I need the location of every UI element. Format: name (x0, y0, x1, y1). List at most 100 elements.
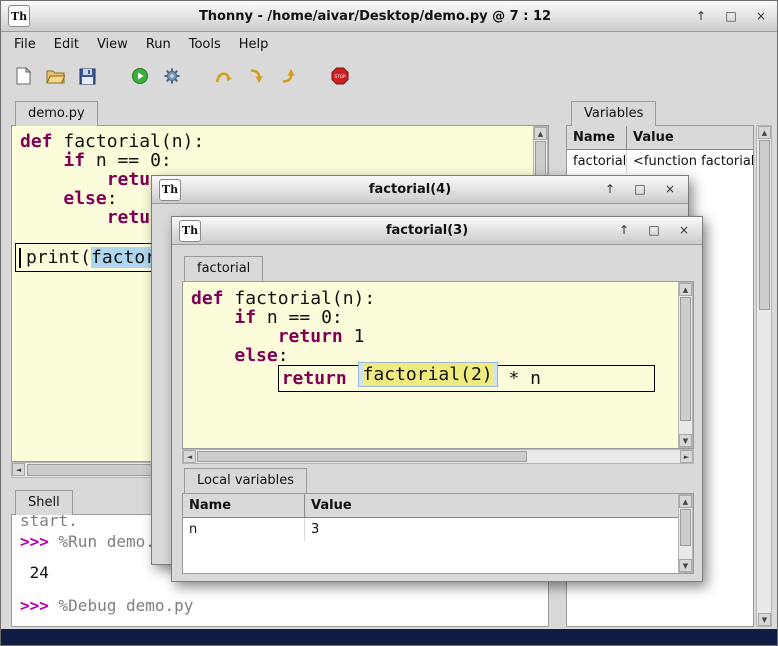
code-line: def factorial(n): (191, 289, 678, 308)
column-header-name[interactable]: Name (567, 126, 627, 149)
close-button[interactable]: × (674, 220, 694, 240)
scrollbar-thumb[interactable] (197, 451, 527, 462)
scrollbar-thumb[interactable] (680, 297, 691, 421)
scroll-left-icon[interactable]: ◄ (12, 463, 25, 476)
variables-vscrollbar[interactable]: ▲ ▼ (756, 125, 772, 627)
menu-help[interactable]: Help (230, 33, 278, 56)
locals-row[interactable]: n 3 (183, 518, 693, 541)
text-cursor (19, 248, 21, 268)
new-file-button[interactable] (11, 63, 36, 89)
token-indent (20, 169, 107, 190)
code-line: return 1 (191, 327, 678, 346)
token-text: 1 (343, 326, 365, 347)
frame-vscrollbar[interactable]: ▲ ▼ (678, 282, 693, 448)
menu-run[interactable]: Run (137, 33, 180, 56)
maximize-button[interactable]: □ (721, 6, 741, 26)
shade-button[interactable]: ↑ (614, 220, 634, 240)
debug-button[interactable] (159, 63, 184, 89)
frame-code-view[interactable]: def factorial(n): if n == 0: return 1 el… (182, 281, 694, 449)
scroll-down-icon[interactable]: ▼ (679, 559, 692, 572)
locals-vscrollbar[interactable]: ▲ ▼ (678, 494, 693, 573)
svg-text:STOP: STOP (334, 74, 346, 79)
variables-header: Name Value (567, 126, 753, 150)
save-file-button[interactable] (75, 63, 100, 89)
step-over-button[interactable] (211, 63, 236, 89)
step-into-button[interactable] (243, 63, 268, 89)
token-indent (191, 372, 278, 393)
variables-row[interactable]: factorial <function factorial (567, 150, 753, 173)
scrollbar-thumb[interactable] (680, 509, 691, 546)
evaluated-call: factorial(2) (363, 364, 493, 385)
scroll-left-icon[interactable]: ◄ (183, 450, 196, 463)
titlebar[interactable]: Th Thonny - /home/aivar/Desktop/demo.py … (1, 1, 778, 32)
scroll-down-icon[interactable]: ▼ (758, 613, 771, 626)
variable-value: <function factorial (627, 154, 753, 169)
window-controls: ↑ □ × (600, 179, 680, 199)
maximize-button[interactable]: □ (644, 220, 664, 240)
shade-button[interactable]: ↑ (691, 6, 711, 26)
open-file-button[interactable] (43, 63, 68, 89)
scrollbar-thumb[interactable] (759, 140, 770, 310)
dialog-titlebar[interactable]: Th factorial(3) ↑ □ × (172, 217, 702, 245)
step-out-icon (280, 68, 296, 84)
menubar: File Edit View Run Tools Help (1, 31, 778, 57)
tab-demo-py[interactable]: demo.py (15, 101, 98, 126)
token-text: n == 0: (256, 307, 343, 328)
code-line: if n == 0: (191, 308, 678, 327)
token-indent (20, 188, 63, 209)
shell-prompt: >>> (20, 532, 49, 551)
maximize-button[interactable]: □ (630, 179, 650, 199)
thonny-logo-icon: Th (179, 220, 201, 242)
step-out-button[interactable] (275, 63, 300, 89)
run-button[interactable] (127, 63, 152, 89)
scroll-up-icon[interactable]: ▲ (679, 283, 692, 296)
thonny-logo-icon: Th (159, 179, 181, 201)
tab-variables[interactable]: Variables (571, 101, 656, 126)
scroll-right-icon[interactable]: ► (680, 450, 693, 463)
menu-view[interactable]: View (88, 33, 137, 56)
menu-file[interactable]: File (5, 33, 45, 56)
dialog-titlebar[interactable]: Th factorial(4) ↑ □ × (152, 176, 688, 204)
token-text: n == 0: (85, 150, 172, 171)
dialog-title: factorial(3) (242, 223, 612, 238)
scroll-up-icon[interactable]: ▲ (534, 127, 547, 140)
locals-header: Name Value (183, 494, 693, 518)
tab-factorial[interactable]: factorial (184, 256, 263, 281)
toolbar: STOP (1, 57, 778, 95)
code-line: def factorial(n): (20, 132, 533, 151)
step-into-icon (248, 68, 264, 84)
frame-hscrollbar[interactable]: ◄ ► (182, 449, 694, 464)
open-folder-icon (46, 68, 65, 84)
code-line: return factorial(2) * n (191, 365, 678, 392)
local-variables-panel: Name Value n 3 ▲ ▼ (182, 493, 694, 574)
token-keyword: if (63, 150, 85, 171)
variable-name: factorial (567, 150, 627, 173)
evaluation-tooltip: factorial(2) (358, 362, 498, 387)
dialog-factorial-3[interactable]: Th factorial(3) ↑ □ × factorial def fact… (171, 216, 703, 582)
close-button[interactable]: × (751, 6, 771, 26)
close-button[interactable]: × (660, 179, 680, 199)
menu-tools[interactable]: Tools (180, 33, 230, 56)
token-keyword: return (282, 368, 347, 389)
thonny-main-window: Th Thonny - /home/aivar/Desktop/demo.py … (0, 0, 778, 646)
scroll-up-icon[interactable]: ▲ (758, 126, 771, 139)
tab-shell[interactable]: Shell (15, 490, 73, 515)
menu-edit[interactable]: Edit (45, 33, 88, 56)
stop-icon: STOP (331, 67, 349, 85)
scroll-up-icon[interactable]: ▲ (679, 495, 692, 508)
token-text: factorial(n): (53, 131, 205, 152)
token-indent (191, 326, 278, 347)
frame-code-area: def factorial(n): if n == 0: return 1 el… (183, 282, 678, 448)
column-header-name[interactable]: Name (183, 494, 305, 517)
run-icon (131, 67, 149, 85)
scroll-down-icon[interactable]: ▼ (679, 434, 692, 447)
column-header-value[interactable]: Value (305, 498, 358, 513)
window-controls: ↑ □ × (691, 6, 771, 26)
column-header-value[interactable]: Value (627, 130, 680, 145)
tab-local-variables[interactable]: Local variables (184, 468, 307, 493)
variable-value: 3 (305, 522, 325, 537)
new-file-icon (15, 67, 32, 85)
stop-button[interactable]: STOP (327, 63, 352, 89)
shade-button[interactable]: ↑ (600, 179, 620, 199)
token-text: : (107, 188, 118, 209)
